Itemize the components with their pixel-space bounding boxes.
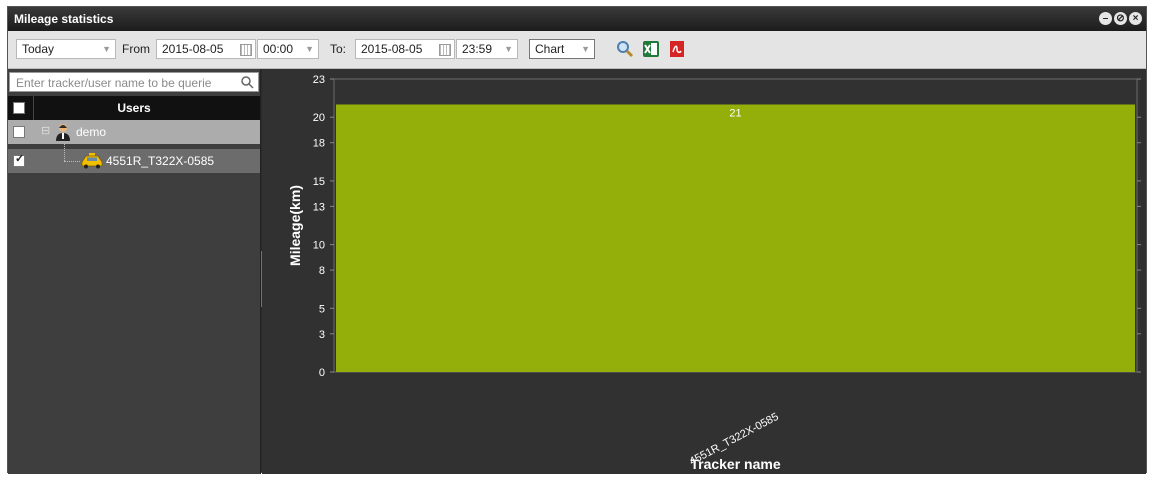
- y-tick-label: 5: [319, 303, 325, 315]
- tracker-search-box: [9, 72, 259, 92]
- to-date-value: 2015-08-05: [361, 42, 423, 56]
- users-table-header: Users: [8, 96, 260, 120]
- view-mode-select[interactable]: Chart ▼: [529, 39, 595, 59]
- y-tick-label: 20: [313, 112, 325, 124]
- chevron-down-icon: ▼: [102, 44, 111, 54]
- pdf-export-icon[interactable]: [668, 40, 686, 58]
- y-tick-label: 3: [319, 329, 325, 341]
- tree-row-checkbox[interactable]: ✓: [13, 153, 25, 167]
- toolbar: Today ▼ From 2015-08-05 00:00 ▼ To: 2015…: [8, 31, 1146, 69]
- from-label: From: [122, 42, 150, 56]
- y-tick-label: 10: [313, 240, 325, 252]
- tree-row-label: 4551R_T322X-0585: [106, 154, 215, 168]
- from-date-value: 2015-08-05: [162, 42, 224, 56]
- tree-row-checkbox[interactable]: [13, 126, 25, 138]
- calendar-icon[interactable]: [439, 44, 451, 56]
- period-select[interactable]: Today ▼: [16, 39, 116, 59]
- period-value: Today: [22, 42, 55, 56]
- chevron-down-icon: ▼: [504, 44, 513, 54]
- title-bar: Mileage statistics – ⊘ ×: [8, 7, 1146, 31]
- users-header-label: Users: [117, 101, 151, 115]
- minimize-icon[interactable]: –: [1099, 12, 1112, 25]
- tree-row-demo[interactable]: ⊟ demo: [8, 120, 260, 144]
- tree-row-label: demo: [76, 125, 107, 139]
- chevron-down-icon: ▼: [305, 44, 314, 54]
- from-date-input[interactable]: 2015-08-05: [156, 39, 256, 59]
- x-axis-title: Tracker name: [690, 456, 780, 472]
- bar-value-label: 21: [729, 107, 741, 119]
- y-tick-label: 0: [319, 367, 325, 379]
- excel-export-icon[interactable]: [642, 40, 660, 58]
- from-time-value: 00:00: [263, 42, 294, 56]
- tree-row-tracker[interactable]: ✓ 4551R_T322X-0585: [8, 144, 260, 173]
- close-icon[interactable]: ×: [1129, 12, 1142, 25]
- calendar-icon[interactable]: [240, 44, 252, 56]
- y-tick-label: 13: [313, 201, 325, 213]
- search-icon[interactable]: [240, 75, 254, 89]
- user-tree-panel: Users ⊟ demo ✓: [8, 69, 261, 474]
- tree-collapse-icon[interactable]: ⊟: [41, 124, 50, 137]
- y-axis-title: Mileage(km): [287, 185, 303, 266]
- to-time-select[interactable]: 23:59 ▼: [456, 39, 518, 59]
- bar[interactable]: [336, 104, 1135, 372]
- y-tick-label: 18: [313, 138, 325, 150]
- mileage-statistics-window: Mileage statistics – ⊘ × Today ▼ From 20…: [7, 6, 1147, 474]
- restore-icon[interactable]: ⊘: [1114, 12, 1127, 25]
- tree-connector: [64, 161, 80, 163]
- view-mode-value: Chart: [535, 42, 565, 56]
- window-title: Mileage statistics: [14, 12, 114, 26]
- to-date-input[interactable]: 2015-08-05: [355, 39, 455, 59]
- tracker-search-input[interactable]: [14, 74, 236, 92]
- y-tick-label: 15: [313, 176, 325, 188]
- to-time-value: 23:59: [462, 42, 493, 56]
- search-icon[interactable]: [616, 40, 634, 58]
- to-label: To:: [330, 42, 347, 56]
- window-controls: – ⊘ ×: [1099, 12, 1142, 25]
- mileage-chart-panel: 0 3 5 8 10 13 15 18 20 23 21 4551R_T322X-0585 Mileag…: [262, 69, 1146, 474]
- y-tick-label: 23: [313, 74, 325, 86]
- taxi-icon: [81, 153, 103, 169]
- from-time-select[interactable]: 00:00 ▼: [257, 39, 319, 59]
- tree-connector: [64, 144, 66, 161]
- checkmark-icon: ✓: [15, 153, 25, 165]
- chevron-down-icon: ▼: [581, 44, 590, 54]
- user-icon: [56, 124, 70, 141]
- y-tick-label: 8: [319, 265, 325, 277]
- mileage-chart: 0358101315182023214551R_T322X-0585Mileag…: [287, 74, 1141, 472]
